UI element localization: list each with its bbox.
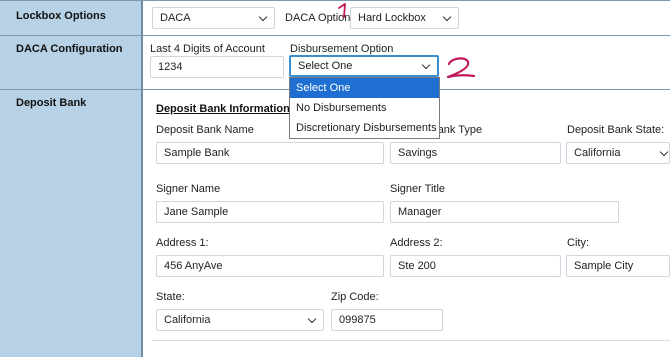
annotation-number-2 [446,57,476,79]
annotation-number-1 [338,3,346,18]
section-deposit-bank: Deposit Bank [16,97,87,109]
zip-input[interactable]: 099875 [331,309,443,331]
dropdown-option-discretionary[interactable]: Discretionary Disbursements [290,118,439,138]
signer-title-label: Signer Title [390,183,446,195]
bank-state-value: California [574,147,621,159]
row-divider [0,35,670,36]
signer-name-input[interactable]: Jane Sample [156,201,384,223]
daca-option-select[interactable]: Hard Lockbox [350,7,459,29]
bank-state-label: Deposit Bank State: [567,124,665,136]
deposit-bank-heading: Deposit Bank Information [156,103,290,115]
state-value: California [164,314,211,326]
state-select[interactable]: California [156,309,324,331]
address2-input[interactable]: Ste 200 [390,255,561,277]
bank-state-select[interactable]: California [566,142,670,164]
city-input[interactable]: Sample City [566,255,670,277]
bank-type-input[interactable]: Savings [390,142,561,164]
bank-name-input[interactable]: Sample Bank [156,142,384,164]
signer-title-input[interactable]: Manager [390,201,619,223]
disbursement-select[interactable]: Select One [289,55,439,77]
chevron-down-icon [442,12,452,22]
dropdown-option-select-one[interactable]: Select One [290,78,439,98]
disbursement-dropdown: Select One No Disbursements Discretionar… [289,77,440,139]
dropdown-option-no-disbursements[interactable]: No Disbursements [290,98,439,118]
daca-option-value: Hard Lockbox [358,12,426,24]
chevron-down-icon [258,12,268,22]
section-lockbox-options: Lockbox Options [16,10,106,22]
bank-name-label: Deposit Bank Name [156,124,254,136]
disbursement-value: Select One [298,60,353,72]
sidebar-divider [141,0,143,357]
row-divider [0,0,670,1]
disbursement-label: Disbursement Option [290,43,394,55]
city-label: City: [567,237,589,249]
chevron-down-icon [659,147,669,157]
chevron-down-icon [421,60,431,70]
signer-name-label: Signer Name [156,183,221,195]
address2-label: Address 2: [390,237,443,249]
zip-label: Zip Code: [331,291,379,303]
daca-select[interactable]: DACA [152,7,275,29]
bottom-divider [152,340,670,341]
state-label: State: [156,291,185,303]
address1-input[interactable]: 456 AnyAve [156,255,384,277]
last4-input[interactable]: 1234 [150,56,284,78]
section-daca-configuration: DACA Configuration [16,43,123,55]
address1-label: Address 1: [156,237,209,249]
last4-label: Last 4 Digits of Account [150,43,265,55]
chevron-down-icon [307,314,317,324]
daca-select-value: DACA [160,12,191,24]
